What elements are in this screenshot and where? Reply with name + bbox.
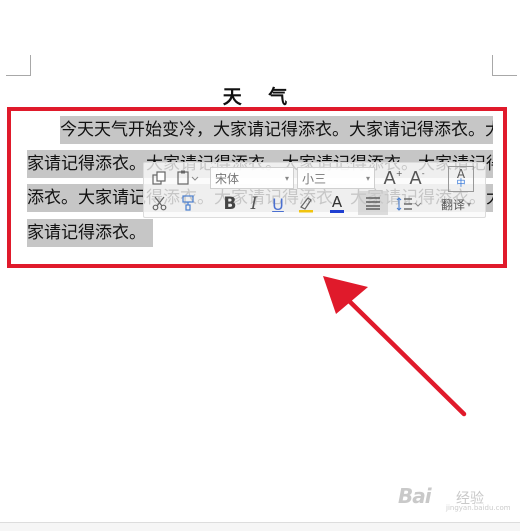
line-spacing-icon[interactable] [394,193,424,215]
bold-button[interactable]: B [220,193,240,215]
copy-icon[interactable] [150,168,168,188]
translate-button[interactable]: 翻译 ▾ [436,193,476,215]
font-size-select[interactable]: 小三 ▾ [297,167,375,189]
annotation-arrow [323,276,467,417]
text-line-1[interactable]: 今天天气开始变冷，大家请记得添衣。大家请记得添衣。大 [60,116,493,144]
chevron-down-icon: ▾ [284,174,289,183]
pinyin-guide-button[interactable]: A 中 [448,166,474,192]
shrink-font-button[interactable]: A- [406,166,428,190]
floating-format-toolbar: 宋体 ▾ 小三 ▾ A + A- A 中 B I U A 翻译 ▾ [143,162,486,218]
watermark-brand: Bai [398,484,432,508]
page-corner-mark-right [492,55,517,76]
watermark: Bai 经验 jingyan.baidu.com [398,484,511,514]
align-justify-icon[interactable] [358,191,388,215]
italic-button[interactable]: I [244,193,264,215]
paste-icon[interactable] [174,168,202,188]
cut-icon[interactable] [150,193,168,213]
format-painter-icon[interactable] [178,193,198,213]
text-line-4[interactable]: 家请记得添衣。 [27,219,153,247]
document-title: 天 气 [222,86,298,108]
watermark-url: jingyan.baidu.com [446,504,511,512]
page-corner-mark-left [6,55,31,76]
underline-button[interactable]: U [268,193,288,215]
font-color-button[interactable]: A [326,193,348,215]
highlight-icon[interactable] [294,193,318,215]
grow-font-button[interactable]: A + [382,166,404,190]
font-name-select[interactable]: 宋体 ▾ [210,167,294,189]
chevron-down-icon: ▾ [365,174,370,183]
